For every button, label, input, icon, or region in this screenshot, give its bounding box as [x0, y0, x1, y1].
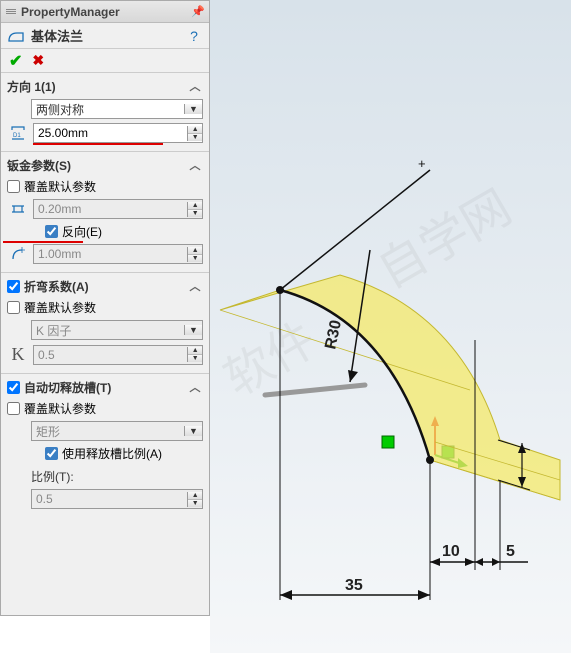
- relief-section: 自动切释放槽(T) ︿ 覆盖默认参数 矩形 ▼ 使用释放槽比例(A) 比例(T)…: [1, 374, 209, 517]
- panel-title: PropertyManager: [21, 5, 187, 19]
- property-manager-panel: PropertyManager 📌 基体法兰 ? ✔ ✖ 方向 1(1) ︿ 两…: [0, 0, 210, 616]
- base-flange-icon: [7, 27, 25, 45]
- override-label: 覆盖默认参数: [24, 178, 96, 195]
- end-condition-value: 两侧对称: [32, 101, 184, 118]
- ratio-field: [32, 490, 187, 508]
- highlight-underline: [3, 241, 83, 243]
- dropdown-arrow-icon[interactable]: ▼: [184, 426, 202, 436]
- dropdown-arrow-icon[interactable]: ▼: [184, 104, 202, 114]
- sheet-surface: [220, 275, 560, 500]
- svg-text:5: 5: [506, 543, 515, 560]
- spin-down-icon[interactable]: ▼: [188, 500, 202, 507]
- collapse-icon[interactable]: ︿: [187, 379, 203, 395]
- dimension-5[interactable]: 5: [475, 543, 528, 566]
- reverse-label: 反向(E): [62, 223, 102, 240]
- panel-titlebar[interactable]: PropertyManager 📌: [1, 1, 209, 23]
- spin-down-icon[interactable]: ▼: [188, 255, 202, 262]
- confirm-row: ✔ ✖: [1, 49, 209, 73]
- spin-down-icon[interactable]: ▼: [188, 134, 202, 141]
- sheetmetal-section: 钣金参数(S) ︿ 覆盖默认参数 ▲▼ 反向(E): [1, 152, 209, 273]
- reverse-checkbox[interactable]: 反向(E): [7, 223, 203, 240]
- help-icon[interactable]: ?: [185, 28, 203, 44]
- bend-radius-input[interactable]: ▲▼: [33, 244, 203, 264]
- bend-radius-field: [34, 245, 187, 263]
- feature-name: 基体法兰: [31, 26, 179, 45]
- collapse-icon[interactable]: ︿: [187, 157, 203, 173]
- end-condition-select[interactable]: 两侧对称 ▼: [31, 99, 203, 119]
- feature-header: 基体法兰 ?: [1, 23, 209, 49]
- spin-up-icon[interactable]: ▲: [188, 126, 202, 134]
- svg-text:10: 10: [442, 543, 460, 560]
- use-ratio-label: 使用释放槽比例(A): [62, 445, 162, 462]
- thickness-field: [34, 200, 187, 218]
- relief-type-select[interactable]: 矩形 ▼: [31, 421, 203, 441]
- direction-section: 方向 1(1) ︿ 两侧对称 ▼ D1 ▲▼: [1, 73, 209, 152]
- spin-up-icon[interactable]: ▲: [188, 202, 202, 210]
- svg-text:+: +: [418, 156, 426, 171]
- pushpin-icon[interactable]: 📌: [187, 5, 209, 18]
- svg-text:D1: D1: [13, 133, 21, 139]
- allowance-method-select[interactable]: K 因子 ▼: [31, 320, 203, 340]
- override-defaults-checkbox[interactable]: 覆盖默认参数: [7, 178, 203, 195]
- override-defaults-checkbox[interactable]: 覆盖默认参数: [7, 400, 203, 417]
- bend-allowance-toggle[interactable]: 折弯系数(A): [7, 278, 187, 295]
- model-canvas: + 35 10 5 R3: [210, 0, 571, 653]
- override-defaults-checkbox[interactable]: 覆盖默认参数: [7, 299, 203, 316]
- depth-field[interactable]: [34, 124, 187, 142]
- k-factor-input[interactable]: ▲▼: [33, 345, 203, 365]
- spin-up-icon[interactable]: ▲: [188, 247, 202, 255]
- override-label: 覆盖默认参数: [24, 400, 96, 417]
- bend-allowance-header: 折弯系数(A): [24, 278, 89, 295]
- dimension-10[interactable]: 10: [430, 543, 475, 566]
- drag-grip-icon[interactable]: [1, 9, 21, 14]
- allowance-method-value: K 因子: [32, 322, 184, 339]
- depth-icon: D1: [7, 124, 29, 142]
- override-label: 覆盖默认参数: [24, 299, 96, 316]
- graphics-viewport[interactable]: 软件 自学网 +: [210, 0, 571, 653]
- spin-up-icon[interactable]: ▲: [188, 347, 202, 355]
- bend-radius-icon: [7, 245, 29, 263]
- ratio-label: 比例(T):: [7, 468, 203, 485]
- svg-text:R30: R30: [322, 318, 345, 350]
- k-factor-field: [34, 346, 187, 364]
- k-factor-icon: K: [7, 344, 29, 365]
- direction-header: 方向 1(1): [7, 78, 187, 95]
- collapse-icon[interactable]: ︿: [187, 278, 203, 294]
- construction-line: [280, 170, 430, 290]
- dimension-35[interactable]: 35: [280, 577, 430, 600]
- depth-input[interactable]: ▲▼: [33, 123, 203, 143]
- relief-header: 自动切释放槽(T): [24, 379, 111, 396]
- use-ratio-checkbox[interactable]: 使用释放槽比例(A): [7, 445, 203, 462]
- spin-up-icon[interactable]: ▲: [188, 492, 202, 500]
- sheetmetal-header: 钣金参数(S): [7, 157, 187, 174]
- relief-type-value: 矩形: [32, 423, 184, 440]
- cancel-button[interactable]: ✖: [32, 52, 44, 69]
- ratio-input[interactable]: ▲▼: [31, 489, 203, 509]
- collapse-icon[interactable]: ︿: [187, 78, 203, 94]
- dropdown-arrow-icon[interactable]: ▼: [184, 325, 202, 335]
- auto-relief-toggle[interactable]: 自动切释放槽(T): [7, 379, 187, 396]
- bend-allowance-section: 折弯系数(A) ︿ 覆盖默认参数 K 因子 ▼ K ▲▼: [1, 273, 209, 374]
- highlight-underline: [33, 143, 163, 145]
- thickness-icon: [7, 200, 29, 218]
- svg-text:35: 35: [345, 577, 363, 594]
- thickness-input[interactable]: ▲▼: [33, 199, 203, 219]
- spin-down-icon[interactable]: ▼: [188, 355, 202, 362]
- spin-down-icon[interactable]: ▼: [188, 210, 202, 217]
- ok-button[interactable]: ✔: [9, 51, 22, 71]
